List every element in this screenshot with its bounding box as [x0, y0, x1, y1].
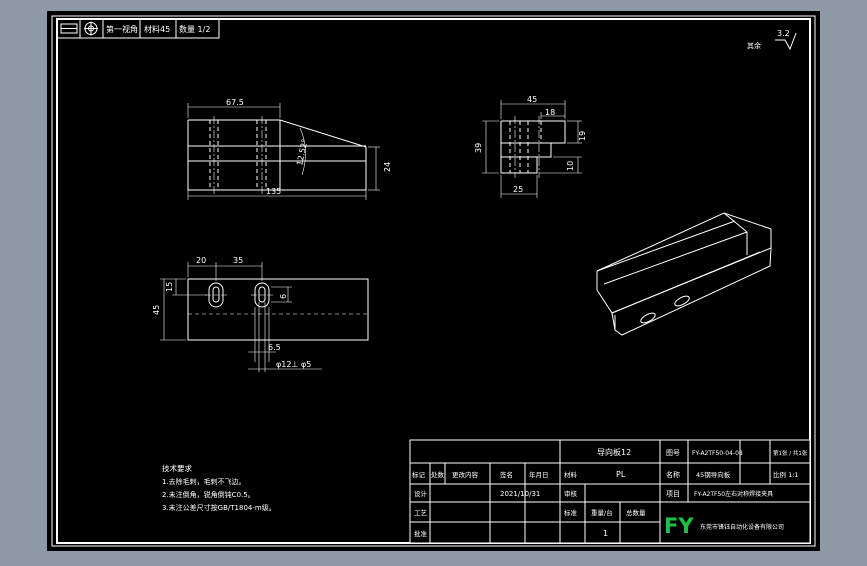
front-length-dim: 135: [266, 187, 281, 196]
quantity-strip-label: 数量 1/2: [179, 24, 210, 34]
tb-name-label: 名称: [666, 470, 680, 479]
tb-company-name: 东莞市锋钰自动化设备有限公司: [700, 523, 784, 531]
tb-scale: 比例 1:1: [773, 470, 799, 479]
plan-height-dim: 45: [152, 305, 161, 315]
plan-slot-height-dim: 6: [279, 294, 288, 299]
tb-drawing-no: FY-A2TF50-04-08: [692, 450, 743, 457]
notes-item-2: 2.未注倒角，锐角倒钝C0.5。: [162, 490, 255, 499]
tb-material-value: PL: [616, 470, 626, 479]
plan-offset-dim: 20: [196, 256, 206, 265]
tb-check-label: 审核: [564, 489, 578, 498]
cad-drawing[interactable]: 第一视角 材料45 数量 1/2 其余 3.2 67.5 135 24 12.5…: [0, 0, 867, 562]
tb-total-label: 总数量: [626, 508, 646, 517]
tb-part-name: 导向板12: [597, 447, 631, 457]
tb-drawing-no-label: 图号: [666, 449, 680, 457]
tb-change-label: 更改内容: [452, 470, 479, 479]
tb-sheet: 第1张 / 共1张: [773, 449, 808, 457]
tb-process-label: 工艺: [414, 509, 428, 517]
tb-name-value: 45钢导向板: [696, 470, 731, 479]
tb-design-date: 2021/10/31: [500, 490, 540, 498]
notes-item-3: 3.未注公差尺寸按GB/T1804-m级。: [162, 503, 276, 512]
plan-hole-diameter-dim: φ12⊥ φ5: [276, 360, 311, 369]
notes-heading: 技术要求: [162, 463, 192, 473]
plan-slot-width-dim: 6.5: [268, 343, 281, 352]
front-top-width-dim: 67.5: [226, 98, 244, 107]
tb-date-label: 年月日: [529, 470, 549, 479]
front-height-dim: 24: [383, 162, 392, 172]
side-step-dim: 18: [545, 108, 555, 117]
tb-mark-label: 标记: [412, 470, 426, 479]
tb-approve-label: 批准: [414, 529, 428, 538]
surface-finish-value: 3.2: [777, 29, 790, 38]
tb-standard-label: 标准: [564, 508, 578, 517]
notes-item-1: 1.去除毛刺，毛刺不飞边。: [162, 477, 246, 486]
tb-project-value: FY-A2TF50左右对称焊接夹具: [694, 490, 773, 498]
tb-project-label: 项目: [666, 490, 680, 498]
side-base-dim: 25: [513, 185, 523, 194]
plan-hole-height-dim: 15: [165, 282, 174, 292]
tb-weight-label: 重量/台: [591, 508, 613, 517]
plan-pitch-dim: 35: [233, 256, 243, 265]
tb-weight-value: 1: [603, 529, 608, 538]
side-right-lower-dim: 10: [566, 161, 575, 171]
cad-viewport: 第一视角 材料45 数量 1/2 其余 3.2 67.5 135 24 12.5…: [0, 0, 867, 562]
tb-design-label: 设计: [414, 489, 428, 498]
view-angle-label: 第一视角: [106, 24, 138, 34]
company-logo: FY: [664, 514, 694, 538]
tb-count-label: 处数: [431, 470, 445, 479]
tb-material-label: 材料: [564, 470, 578, 479]
side-height-dim: 39: [474, 143, 483, 153]
material-strip-label: 材料45: [144, 24, 170, 34]
side-width-dim: 45: [527, 95, 537, 104]
tb-sign-label: 签名: [500, 470, 513, 479]
side-right-upper-dim: 19: [578, 131, 587, 141]
surface-finish-label: 其余: [747, 41, 761, 50]
